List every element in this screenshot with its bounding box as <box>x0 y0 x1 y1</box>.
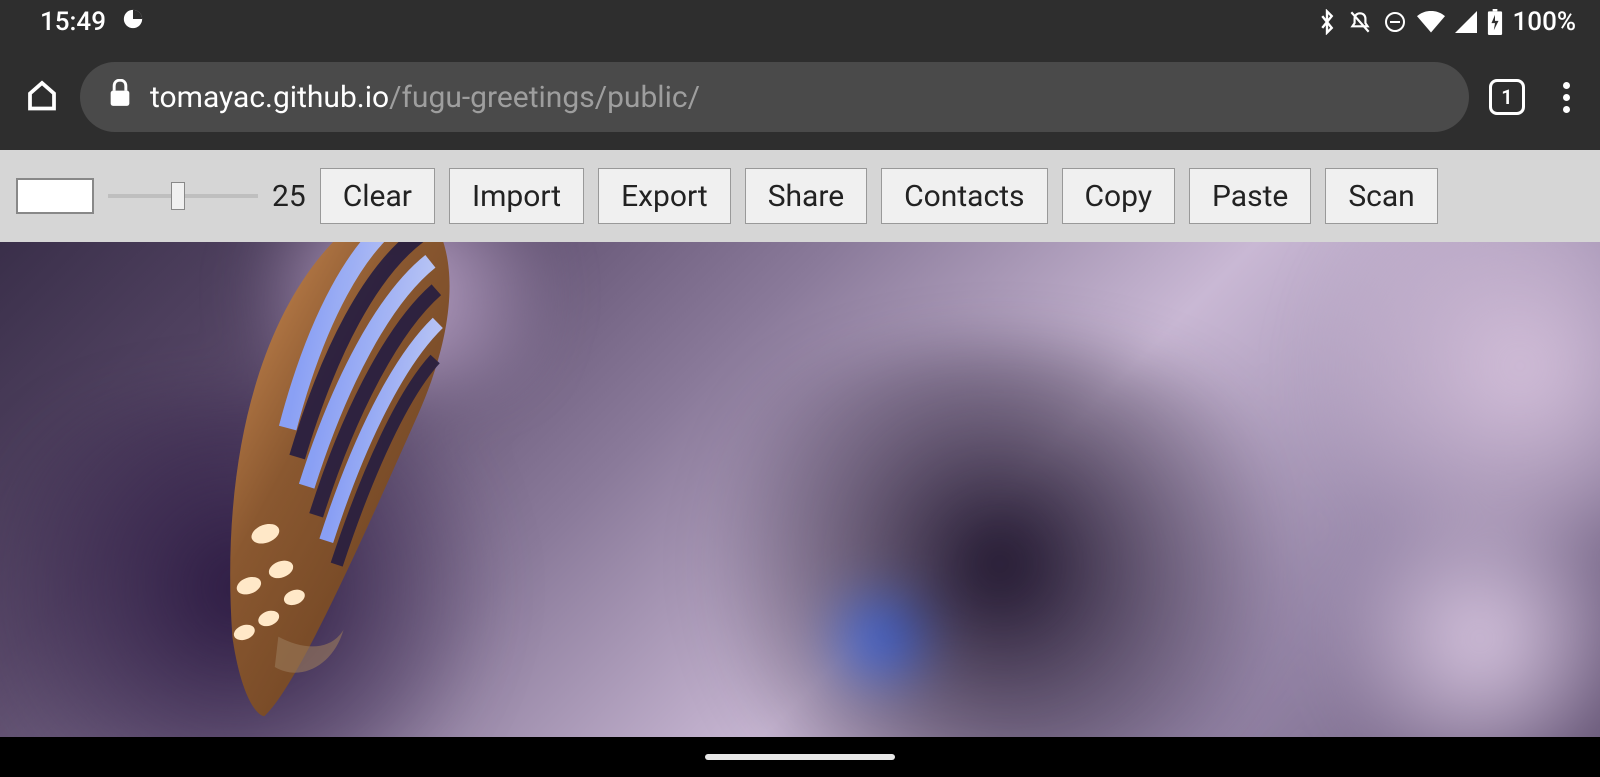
url-path: /fugu-greetings/public/ <box>389 80 700 115</box>
paste-button[interactable]: Paste <box>1189 168 1311 224</box>
menu-icon[interactable] <box>1563 82 1570 113</box>
drawing-canvas[interactable] <box>0 242 1600 737</box>
address-bar[interactable]: tomayac.github.io/fugu-greetings/public/ <box>80 62 1469 132</box>
tab-count: 1 <box>1501 85 1512 109</box>
android-status-bar: 15:49 100% <box>0 0 1600 44</box>
status-time: 15:49 <box>40 7 106 37</box>
wifi-icon <box>1417 11 1445 33</box>
tab-switcher[interactable]: 1 <box>1489 79 1525 115</box>
home-indicator[interactable] <box>705 754 895 760</box>
battery-icon <box>1487 9 1503 35</box>
home-icon[interactable] <box>24 77 60 117</box>
url-text: tomayac.github.io/fugu-greetings/public/ <box>150 80 700 115</box>
import-button[interactable]: Import <box>449 168 584 224</box>
lock-icon <box>108 79 132 115</box>
app-toolbar: 25 Clear Import Export Share Contacts Co… <box>0 150 1600 242</box>
cell-signal-icon <box>1455 11 1477 33</box>
brush-size-slider[interactable] <box>108 188 258 204</box>
browser-toolbar: tomayac.github.io/fugu-greetings/public/… <box>0 44 1600 150</box>
clear-button[interactable]: Clear <box>320 168 435 224</box>
share-button[interactable]: Share <box>745 168 867 224</box>
battery-percent: 100% <box>1513 7 1576 37</box>
copy-button[interactable]: Copy <box>1062 168 1176 224</box>
scan-button[interactable]: Scan <box>1325 168 1437 224</box>
bluetooth-icon <box>1317 9 1337 35</box>
data-saver-icon <box>122 7 144 37</box>
url-host: tomayac.github.io <box>150 80 389 115</box>
dnd-icon <box>1383 10 1407 34</box>
contacts-button[interactable]: Contacts <box>881 168 1047 224</box>
mute-icon <box>1347 9 1373 35</box>
color-picker[interactable] <box>16 178 94 214</box>
brush-size-value: 25 <box>272 179 306 214</box>
export-button[interactable]: Export <box>598 168 731 224</box>
android-nav-bar <box>0 737 1600 777</box>
